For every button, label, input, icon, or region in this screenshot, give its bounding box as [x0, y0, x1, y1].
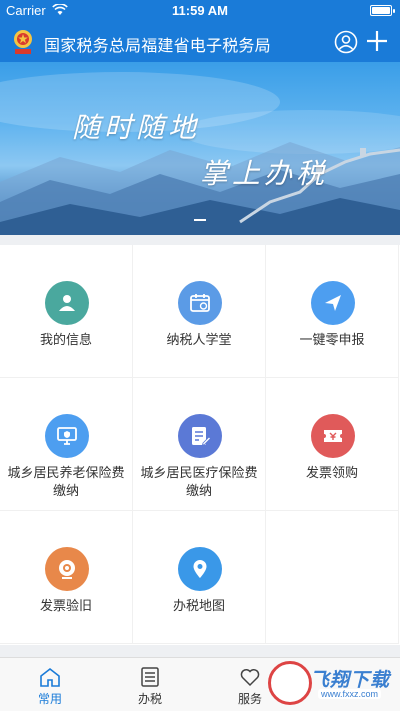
- list-icon: [141, 667, 159, 687]
- tab-tax-handling[interactable]: 办税: [100, 658, 200, 711]
- banner-slogan-line2: 掌上办税: [200, 157, 329, 190]
- camera-icon: [45, 547, 89, 591]
- grid-item-label: 办税地图: [172, 598, 225, 613]
- status-bar: Carrier 11:59 AM: [0, 0, 400, 22]
- grid-item-taxpayer-school[interactable]: 纳税人学堂: [133, 245, 266, 378]
- grid-item-label: 纳税人学堂: [166, 332, 232, 347]
- home-icon: [40, 667, 60, 687]
- watermark-name: 飞翔下载: [310, 670, 391, 691]
- watermark-logo: [268, 661, 312, 705]
- site-watermark: 飞翔下载 www.fxxz.com: [262, 659, 400, 709]
- calendar-play-icon: [178, 281, 222, 325]
- app-header: 国家税务总局福建省电子税务局: [0, 22, 400, 62]
- monitor-shield-icon: [45, 414, 89, 458]
- page-title: 国家税务总局福建省电子税务局: [44, 38, 271, 55]
- watermark-url: www.fxxz.com: [318, 689, 382, 699]
- send-icon: [311, 281, 355, 325]
- tab-common[interactable]: 常用: [0, 658, 100, 711]
- grid-item-label: 发票验旧: [39, 598, 92, 613]
- user-circle-icon[interactable]: [334, 30, 358, 54]
- grid-item-label: 一键零申报: [299, 332, 365, 347]
- tab-label: 办税: [137, 692, 162, 706]
- grid-item-label: 城乡居民医疗保险费缴纳: [140, 465, 258, 498]
- grid-item-label: 我的信息: [39, 332, 92, 347]
- heart-icon: [240, 669, 260, 687]
- grid-item-label: 城乡居民养老保险费缴纳: [7, 465, 125, 498]
- grid-item-zero-declaration[interactable]: 一键零申报: [266, 245, 399, 378]
- user-icon: [45, 281, 89, 325]
- grid-item-empty: [266, 511, 399, 644]
- banner-page-indicator[interactable]: [194, 219, 206, 221]
- grid-item-my-info[interactable]: 我的信息: [0, 245, 133, 378]
- battery-icon: [370, 5, 395, 16]
- document-edit-icon: [178, 414, 222, 458]
- banner-slogan-line1: 随时随地: [72, 111, 201, 144]
- grid-item-label: 发票领购: [305, 465, 358, 480]
- plus-icon[interactable]: [364, 28, 390, 54]
- grid-item-pension-insurance[interactable]: 城乡居民养老保险费缴纳: [0, 378, 133, 511]
- tab-label: 常用: [37, 692, 62, 706]
- tax-emblem-icon: [14, 30, 32, 54]
- great-wall-illustration: [0, 72, 400, 235]
- map-pin-icon: [178, 547, 222, 591]
- grid-item-invoice-verification[interactable]: 发票验旧: [0, 511, 133, 644]
- ticket-icon: [311, 414, 355, 458]
- grid-item-medical-insurance[interactable]: 城乡居民医疗保险费缴纳: [133, 378, 266, 511]
- grid-item-tax-map[interactable]: 办税地图: [133, 511, 266, 644]
- clock: 11:59 AM: [172, 3, 228, 18]
- function-grid: 我的信息 纳税人学堂 一键零申报 城乡居民养老保险费缴纳 城乡居民医疗保险费缴纳…: [0, 245, 400, 645]
- grid-item-invoice-purchase[interactable]: 发票领购: [266, 378, 399, 511]
- promo-banner[interactable]: 随时随地 掌上办税: [0, 62, 400, 235]
